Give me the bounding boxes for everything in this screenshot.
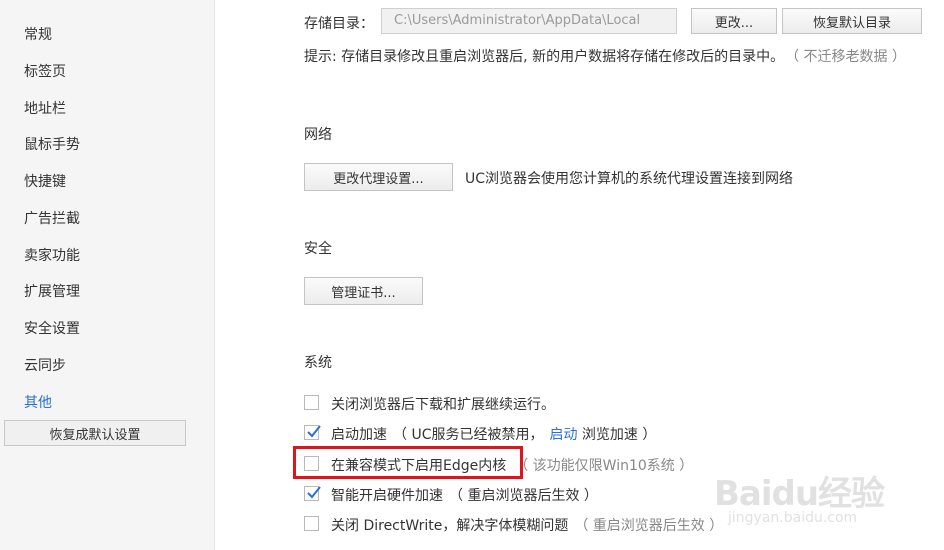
checkmark-icon: [307, 425, 321, 438]
system-section-title: 系统: [304, 355, 332, 371]
storage-label: 存储目录：: [304, 16, 374, 32]
storage-path-field: C:\Users\Administrator\AppData\Local: [381, 8, 677, 34]
bg-run-label: 关闭浏览器后下载和扩展继续运行。: [331, 397, 555, 413]
reset-defaults-button[interactable]: 恢复成默认设置: [4, 420, 186, 446]
hw-accel-label: 智能开启硬件加速: [331, 488, 443, 504]
startup-boost-note-a: （ UC服务已经被禁用，: [393, 427, 544, 443]
sidebar-item-general[interactable]: 常规: [24, 26, 52, 44]
security-section-title: 安全: [304, 241, 332, 257]
baidu-watermark: Baidu经验 jingyan.baidu.com: [710, 464, 930, 534]
sidebar-item-shortcuts[interactable]: 快捷键: [24, 173, 66, 191]
sidebar-item-other[interactable]: 其他: [24, 394, 52, 412]
directwrite-option: 关闭 DirectWrite，解决字体模糊问题 （ 重启浏览器后生效 ）: [331, 515, 723, 535]
startup-boost-checkbox[interactable]: [304, 425, 321, 440]
hw-accel-checkbox[interactable]: [304, 486, 321, 501]
restore-default-dir-button[interactable]: 恢复默认目录: [782, 8, 922, 34]
hw-accel-note: （ 重启浏览器后生效 ）: [449, 488, 598, 504]
manage-certificates-button[interactable]: 管理证书...: [304, 277, 423, 305]
proxy-settings-button[interactable]: 更改代理设置...: [304, 163, 453, 191]
sidebar-item-extensions[interactable]: 扩展管理: [24, 283, 80, 301]
storage-hint-note: （ 不迁移老数据 ）: [792, 49, 906, 65]
storage-hint: 提示: 存储目录修改且重启浏览器后, 新的用户数据将存储在修改后的目录中。 （ 不…: [304, 46, 906, 66]
bg-run-checkbox[interactable]: [304, 395, 319, 410]
sidebar-item-mouse-gestures[interactable]: 鼠标手势: [24, 136, 80, 154]
sidebar-item-cloud-sync[interactable]: 云同步: [24, 357, 66, 375]
watermark-url: jingyan.baidu.com: [728, 510, 858, 526]
storage-hint-text: 提示: 存储目录修改且重启浏览器后, 新的用户数据将存储在修改后的目录中。: [304, 49, 785, 65]
watermark-logo: Baidu经验: [714, 474, 885, 514]
edge-kernel-note: （ 该功能仅限Win10系统 ）: [514, 458, 694, 474]
checkmark-icon: [307, 486, 321, 499]
network-section-title: 网络: [304, 127, 332, 143]
startup-boost-label: 启动加速: [331, 427, 387, 443]
sidebar-item-tabs[interactable]: 标签页: [24, 63, 66, 81]
sidebar-item-ad-block[interactable]: 广告拦截: [24, 210, 80, 228]
sidebar-item-address-bar[interactable]: 地址栏: [24, 100, 66, 118]
settings-sidebar: 常规 标签页 地址栏 鼠标手势 快捷键 广告拦截 卖家功能 扩展管理 安全设置 …: [0, 0, 215, 550]
hw-accel-option: 智能开启硬件加速 （ 重启浏览器后生效 ）: [331, 485, 598, 505]
sidebar-item-security[interactable]: 安全设置: [24, 320, 80, 338]
startup-boost-note-b: 浏览加速 ）: [577, 427, 657, 443]
directwrite-note: （ 重启浏览器后生效 ）: [574, 518, 724, 534]
directwrite-checkbox[interactable]: [304, 516, 319, 531]
sidebar-item-seller[interactable]: 卖家功能: [24, 247, 80, 265]
proxy-description: UC浏览器会使用您计算机的系统代理设置连接到网络: [465, 171, 794, 187]
startup-boost-enable-link[interactable]: 启动: [549, 427, 577, 443]
annotation-highlight-box: [293, 446, 523, 479]
change-dir-button[interactable]: 更改...: [691, 8, 777, 34]
directwrite-label: 关闭 DirectWrite，解决字体模糊问题: [331, 518, 569, 534]
startup-boost-option: 启动加速 （ UC服务已经被禁用， 启动 浏览加速 ）: [331, 424, 656, 444]
